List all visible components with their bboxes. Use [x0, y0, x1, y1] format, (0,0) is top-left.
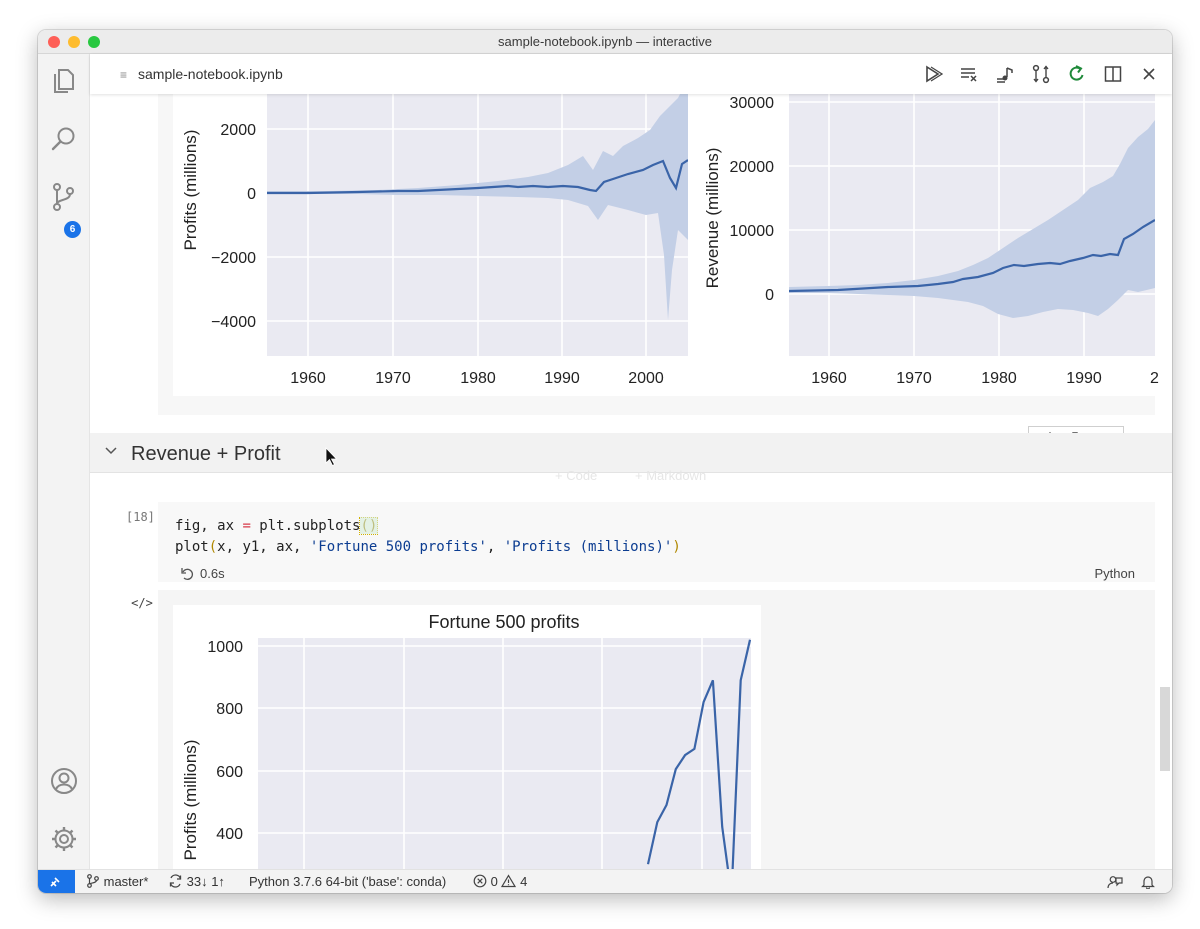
x-tick-label: 1990 [1066, 370, 1102, 387]
sync-counts: 33↓ 1↑ [186, 874, 225, 889]
y-axis-label: Revenue (millions) [703, 148, 722, 289]
cell-language[interactable]: Python [1095, 566, 1135, 581]
y-axis-label: Profits (millions) [181, 130, 200, 251]
restart-kernel-icon[interactable] [1067, 64, 1087, 84]
notifications-bell-icon[interactable] [1141, 875, 1155, 889]
section-heading: Revenue + Profit [131, 443, 281, 465]
y-tick-label: 600 [216, 764, 243, 781]
warning-count: 4 [520, 874, 528, 889]
tab-sample-notebook[interactable]: ≡ sample-notebook.ipynb [120, 54, 283, 94]
search-icon[interactable] [49, 124, 79, 154]
settings-gear-icon[interactable] [49, 824, 79, 854]
chart-title: Fortune 500 profits [428, 612, 579, 632]
remote-icon [50, 877, 60, 887]
app-window: sample-notebook.ipynb — interactive 6 ≡ … [38, 30, 1172, 893]
variables-icon[interactable] [995, 64, 1015, 84]
vertical-scrollbar-thumb[interactable] [1160, 687, 1170, 771]
x-tick-label: 1970 [896, 370, 932, 387]
tab-label: sample-notebook.ipynb [138, 66, 283, 82]
account-icon[interactable] [49, 766, 79, 796]
interpreter-selector[interactable]: Python 3.7.6 64-bit ('base': conda) [249, 870, 446, 893]
plot-area [258, 638, 751, 869]
run-all-icon[interactable] [923, 64, 943, 84]
x-tick-label: 2000 [628, 370, 664, 387]
insert-markdown-button[interactable]: + Markdown [635, 468, 706, 483]
minimize-window-button[interactable] [68, 36, 80, 48]
execution-duration: 0.6s [200, 566, 225, 581]
x-tick-label: 1970 [375, 370, 411, 387]
x-tick-label: 1980 [981, 370, 1017, 387]
x-tick-label: 2 [1150, 370, 1159, 387]
y-tick-label: −2000 [211, 250, 256, 267]
branch-name: master* [103, 874, 149, 889]
code-line-2: plot(x, y1, ax, 'Fortune 500 profits', '… [175, 539, 681, 555]
title-bar: sample-notebook.ipynb — interactive [38, 30, 1172, 54]
y-tick-label: 0 [247, 186, 256, 203]
window-title: sample-notebook.ipynb — interactive [498, 34, 712, 49]
y-tick-label: −4000 [211, 314, 256, 331]
insert-code-button[interactable]: + Code [555, 468, 597, 483]
notebook-canvas: 2000 0 −2000 −4000 1960 1970 1980 1990 2… [90, 94, 1172, 869]
zoom-window-button[interactable] [88, 36, 100, 48]
notebook-editor: 2000 0 −2000 −4000 1960 1970 1980 1990 2… [90, 94, 1172, 869]
fortune-500-profits-chart: Fortune 500 profits 1000 800 600 400 Pro… [181, 612, 751, 869]
execution-count: [18] [126, 510, 155, 524]
activity-bar: 6 [38, 54, 90, 869]
y-tick-label: 800 [216, 701, 243, 718]
y-tick-label: 400 [216, 826, 243, 843]
remote-indicator[interactable] [38, 870, 75, 893]
code-line-1: fig, ax = plt.subplots() [175, 518, 377, 534]
problems-indicator[interactable]: 0 4 [473, 870, 527, 893]
compare-diff-icon[interactable] [1031, 64, 1051, 84]
sync-icon [169, 874, 182, 888]
y-tick-label: 0 [765, 287, 774, 304]
y-tick-label: 30000 [730, 95, 775, 112]
close-tab-icon[interactable] [1139, 64, 1159, 84]
status-bar: master* 33↓ 1↑ Python 3.7.6 64-bit ('bas… [38, 869, 1172, 893]
y-axis-label: Profits (millions) [181, 740, 200, 861]
editor-tab-bar: ≡ sample-notebook.ipynb [90, 54, 1172, 94]
y-tick-label: 1000 [207, 639, 243, 656]
branch-indicator[interactable]: master* [86, 870, 148, 893]
bracket-highlight [360, 517, 378, 534]
warning-icon [501, 874, 517, 888]
x-tick-label: 1960 [290, 370, 326, 387]
feedback-icon[interactable] [1107, 875, 1123, 889]
x-tick-label: 1990 [544, 370, 580, 387]
x-tick-label: 1960 [811, 370, 847, 387]
split-editor-icon[interactable] [1103, 64, 1123, 84]
error-count: 0 [490, 874, 498, 889]
y-tick-label: 10000 [730, 223, 775, 240]
y-tick-label: 20000 [730, 159, 775, 176]
y-tick-label: 2000 [220, 122, 256, 139]
source-control-icon[interactable] [49, 182, 79, 212]
x-tick-label: 1980 [460, 370, 496, 387]
sync-indicator[interactable]: 33↓ 1↑ [168, 870, 225, 893]
output-mime-icon[interactable]: </> [131, 596, 153, 610]
close-window-button[interactable] [48, 36, 60, 48]
source-control-badge: 6 [64, 221, 81, 238]
explorer-icon[interactable] [49, 66, 79, 96]
clear-outputs-icon[interactable] [959, 64, 979, 84]
notebook-file-icon: ≡ [120, 68, 128, 82]
error-icon [473, 874, 487, 888]
git-branch-icon [87, 874, 99, 888]
